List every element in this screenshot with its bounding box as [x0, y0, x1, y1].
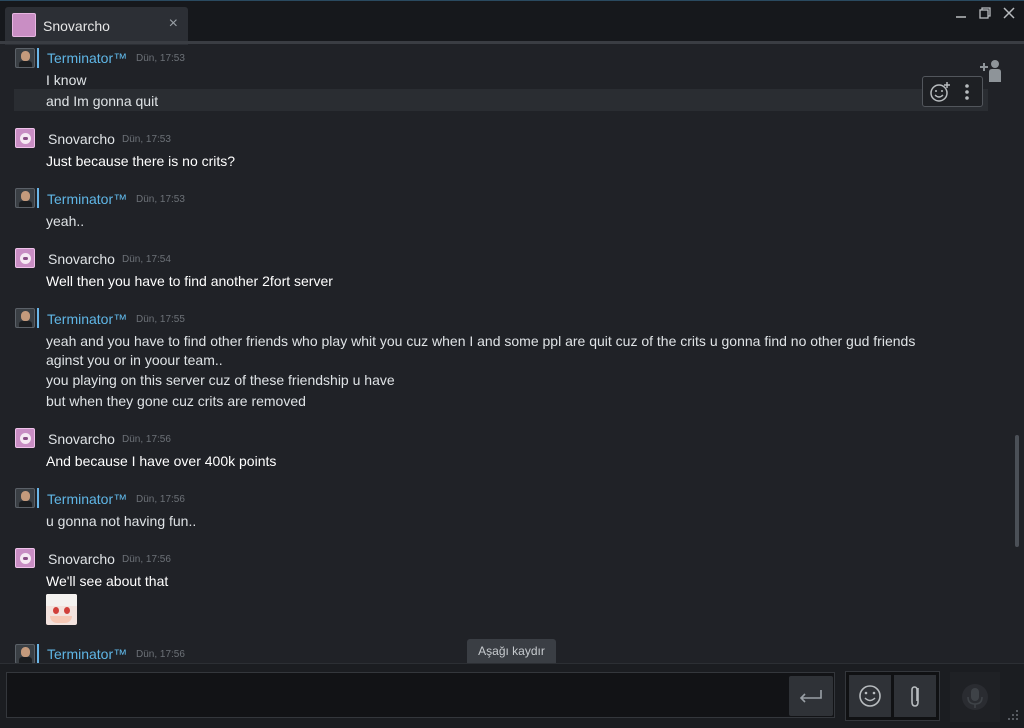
- friend-status-bar: [37, 188, 39, 208]
- avatar: [12, 13, 36, 37]
- avatar[interactable]: [15, 308, 35, 328]
- avatar[interactable]: [15, 644, 35, 663]
- message-author[interactable]: Snovarcho: [48, 551, 115, 567]
- message-timestamp: Dün, 17:53: [136, 194, 185, 205]
- message-input[interactable]: [6, 672, 835, 718]
- message-author[interactable]: Terminator™: [47, 50, 127, 66]
- avatar[interactable]: [15, 48, 35, 68]
- enter-icon: [799, 690, 822, 703]
- message-timestamp: Dün, 17:54: [122, 254, 171, 265]
- message-author[interactable]: Snovarcho: [48, 431, 115, 447]
- avatar[interactable]: [15, 488, 35, 508]
- tab-close-icon[interactable]: ×: [169, 15, 178, 33]
- message-text: and Im gonna quit: [46, 93, 159, 109]
- message-author[interactable]: Terminator™: [47, 311, 127, 327]
- scrollbar-thumb[interactable]: [1015, 435, 1019, 547]
- send-button[interactable]: [789, 676, 833, 716]
- message-author[interactable]: Snovarcho: [48, 131, 115, 147]
- message-text: u gonna not having fun..: [46, 513, 197, 529]
- friend-status-bar: [37, 644, 39, 663]
- composer-tools: [845, 671, 940, 721]
- avatar[interactable]: [15, 428, 35, 448]
- resize-grip-icon[interactable]: [1006, 708, 1020, 722]
- close-icon: [1003, 7, 1015, 19]
- message-timestamp: Dün, 17:56: [136, 649, 185, 660]
- message-text: Just because there is no crits?: [46, 153, 236, 169]
- message-author[interactable]: Terminator™: [47, 191, 127, 207]
- close-button[interactable]: [999, 5, 1019, 25]
- attach-button[interactable]: [894, 675, 936, 717]
- scroll-down-button[interactable]: Aşağı kaydır: [467, 639, 556, 664]
- message-actions-popup: [922, 76, 983, 107]
- more-vertical-icon[interactable]: [961, 81, 973, 103]
- message-text: Well then you have to find another 2fort…: [46, 273, 333, 289]
- message-text: We'll see about that: [46, 573, 169, 589]
- message-author[interactable]: Terminator™: [47, 646, 127, 662]
- emoji-button[interactable]: [849, 675, 891, 717]
- chat-log[interactable]: Terminator™ Dün, 17:53 I know and Im gon…: [0, 47, 1024, 663]
- message-timestamp: Dün, 17:56: [136, 494, 185, 505]
- invite-friend-icon[interactable]: [978, 58, 1004, 84]
- message-text: but when they gone cuz crits are removed: [46, 393, 306, 409]
- avatar[interactable]: [15, 128, 35, 148]
- message-timestamp: Dün, 17:56: [122, 434, 171, 445]
- avatar[interactable]: [15, 548, 35, 568]
- avatar[interactable]: [15, 188, 35, 208]
- message-timestamp: Dün, 17:56: [122, 554, 171, 565]
- message-text: yeah and you have to find other friends …: [46, 333, 916, 349]
- message-text: aginst you or in yoour team..: [46, 352, 223, 368]
- message-composer: [0, 663, 1024, 728]
- add-emoji-icon[interactable]: [929, 81, 951, 103]
- microphone-icon: [962, 684, 988, 710]
- minimize-button[interactable]: [951, 5, 971, 25]
- message-timestamp: Dün, 17:55: [136, 314, 185, 325]
- minimize-icon: [956, 16, 966, 18]
- tab-title: Snovarcho: [43, 18, 110, 34]
- avatar[interactable]: [15, 248, 35, 268]
- paperclip-icon: [911, 686, 919, 707]
- friend-status-bar: [37, 308, 39, 328]
- message-author[interactable]: Snovarcho: [48, 251, 115, 267]
- hovered-message-row: [14, 89, 988, 111]
- message-author[interactable]: Terminator™: [47, 491, 127, 507]
- friend-status-bar: [37, 48, 39, 68]
- friend-status-bar: [37, 488, 39, 508]
- restore-button[interactable]: [975, 5, 995, 25]
- message-timestamp: Dün, 17:53: [136, 53, 185, 64]
- title-bar: Snovarcho ×: [0, 0, 1024, 45]
- restore-icon: [979, 7, 991, 19]
- voice-chat-button[interactable]: [950, 672, 1000, 722]
- message-text: And because I have over 400k points: [46, 453, 277, 469]
- sticker-image[interactable]: [46, 594, 77, 625]
- smiley-icon: [859, 685, 881, 707]
- message-timestamp: Dün, 17:53: [122, 134, 171, 145]
- message-text: yeah..: [46, 213, 85, 229]
- chat-tab-snovarcho[interactable]: Snovarcho ×: [5, 7, 188, 45]
- message-text: I know: [46, 72, 87, 88]
- message-text: you playing on this server cuz of these …: [46, 372, 395, 388]
